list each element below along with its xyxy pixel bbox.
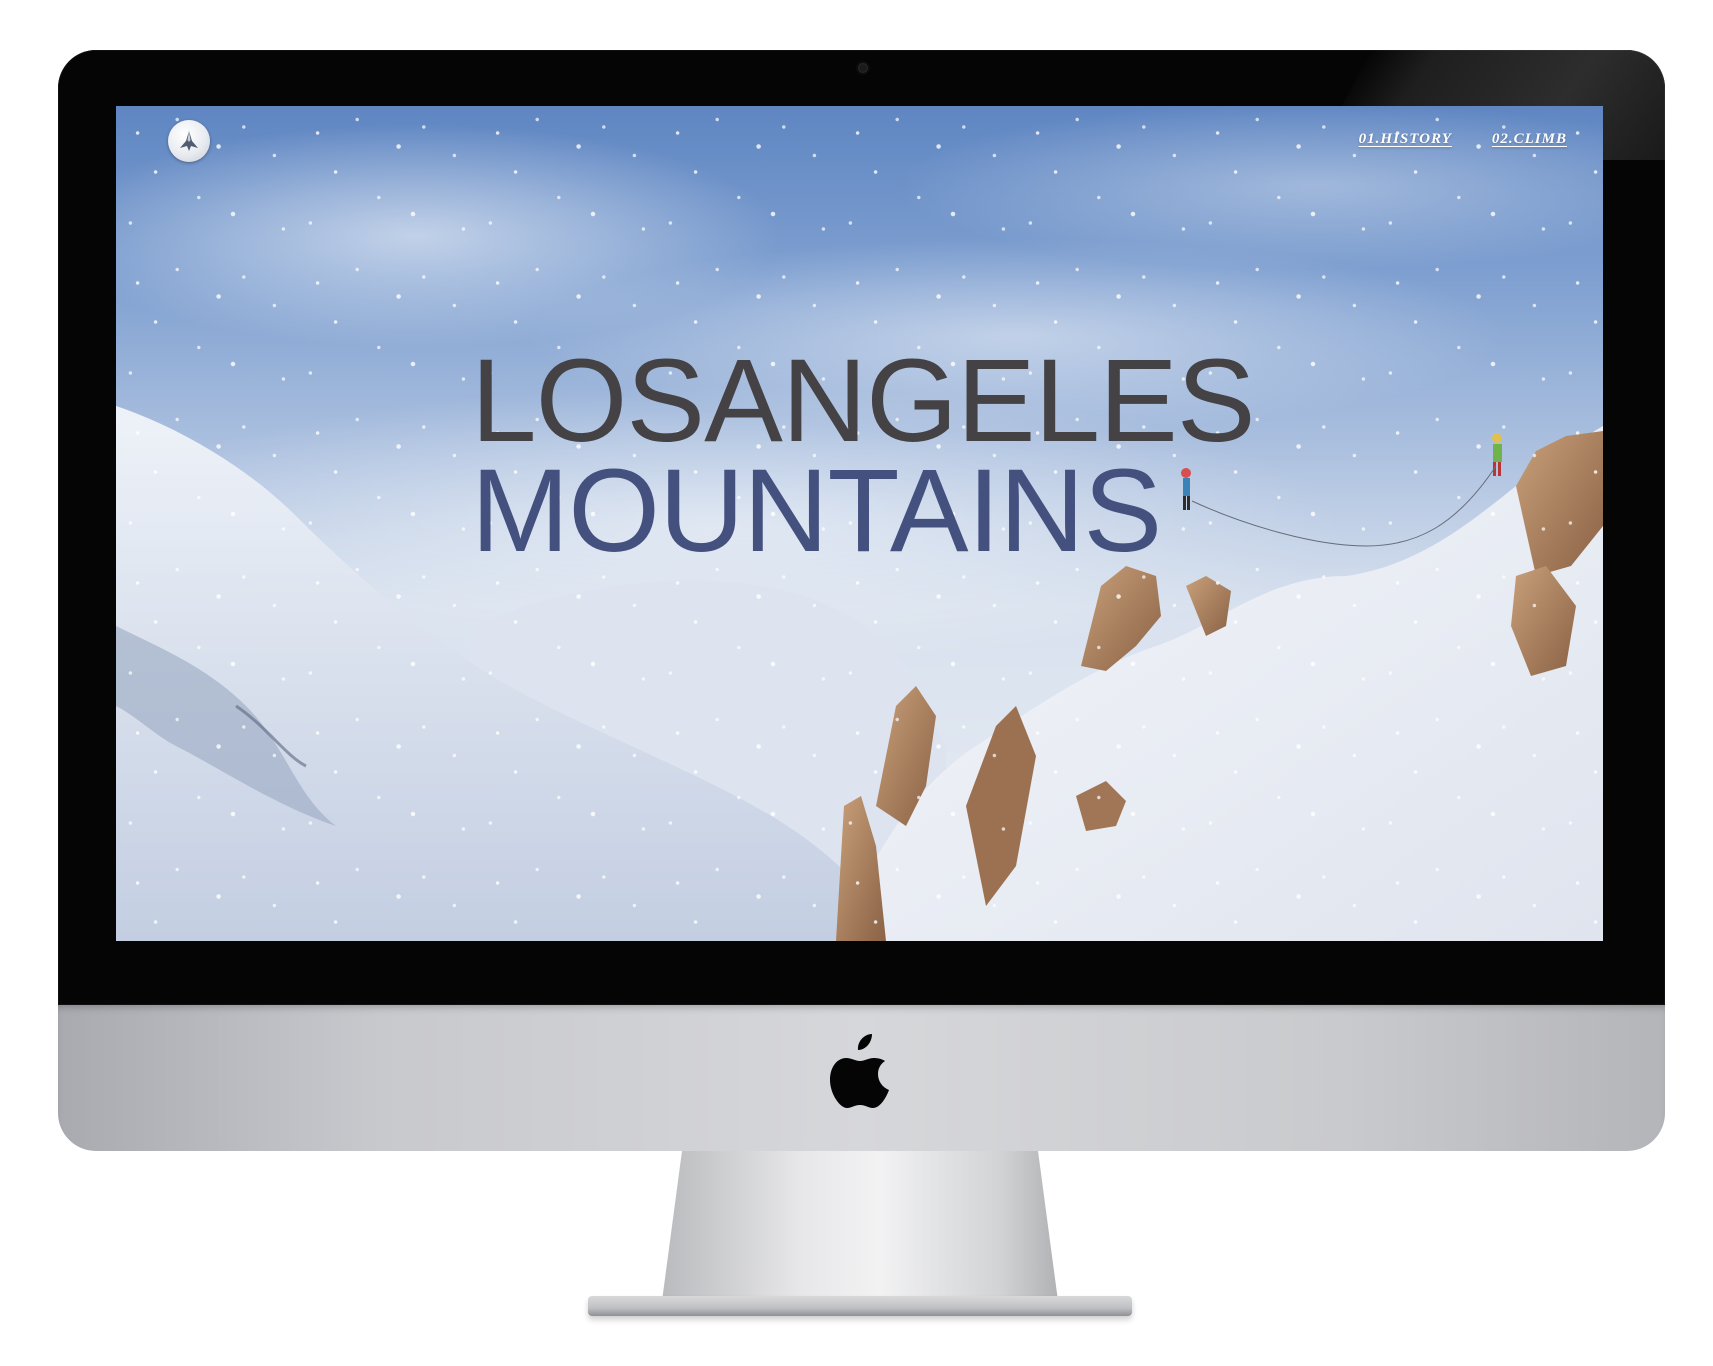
- site-logo[interactable]: [168, 120, 210, 162]
- camera-icon: [858, 63, 868, 73]
- site-nav: 01.HISTORY 02.CLIMB: [1359, 131, 1567, 148]
- hero-title: LOSANGELES MOUNTAINS: [471, 335, 1256, 577]
- hero-title-line1: LOSANGELES: [471, 335, 1256, 467]
- imac-mockup: 01.HISTORY 02.CLIMB LOSANGELES MOUNTAINS: [0, 0, 1713, 1366]
- mountain-peak-icon: [180, 131, 198, 151]
- imac-stand-neck: [662, 1151, 1058, 1301]
- hero-title-line2: MOUNTAINS: [471, 445, 1162, 577]
- apple-logo-icon: [830, 1034, 889, 1108]
- nav-link-history[interactable]: 01.HISTORY: [1359, 131, 1452, 148]
- imac-stand-foot: [588, 1296, 1132, 1316]
- nav-link-climb[interactable]: 02.CLIMB: [1492, 131, 1567, 148]
- website-screen: 01.HISTORY 02.CLIMB LOSANGELES MOUNTAINS: [116, 106, 1603, 941]
